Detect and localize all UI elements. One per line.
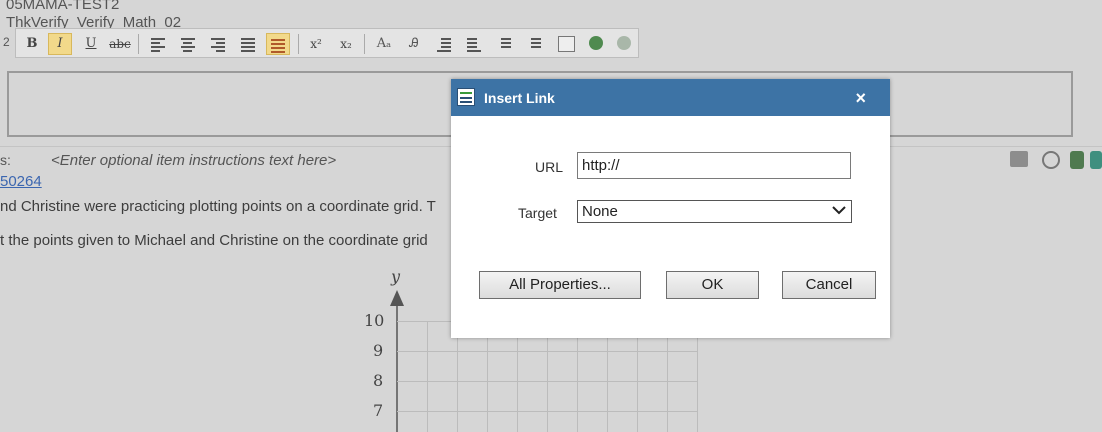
outdent-button[interactable]: [462, 33, 486, 55]
y-tick-9: 9: [373, 341, 384, 360]
align-right-icon: [211, 38, 225, 52]
justify-button[interactable]: [236, 33, 260, 55]
dialog-titlebar[interactable]: Insert Link ×: [451, 79, 890, 116]
bullet-list-button[interactable]: [522, 33, 546, 55]
insert-link-button[interactable]: [584, 33, 608, 55]
highlight-button[interactable]: [266, 33, 290, 55]
font-color-icon: Ꭿ: [409, 36, 419, 51]
superscript-button[interactable]: x²: [304, 33, 328, 55]
strikethrough-button[interactable]: abc: [108, 33, 132, 55]
edit-icon[interactable]: [1010, 151, 1028, 167]
arrow-down-icon[interactable]: [1090, 151, 1102, 169]
item-id-link[interactable]: 50264: [0, 173, 42, 190]
target-label: Target: [518, 205, 557, 221]
ok-button[interactable]: OK: [666, 271, 759, 299]
align-right-button[interactable]: [206, 33, 230, 55]
instructions-input[interactable]: <Enter optional item instructions text h…: [51, 152, 336, 169]
font-size-button[interactable]: Aₐ: [372, 33, 396, 55]
bold-button[interactable]: B: [20, 33, 44, 55]
insert-link-dialog: Insert Link × URL Target None All Proper…: [451, 79, 890, 338]
url-label: URL: [535, 159, 564, 175]
y-axis-label: y: [391, 267, 401, 286]
image-icon: [557, 36, 575, 52]
font-size-icon: Aₐ: [376, 36, 392, 51]
unlink-globe-icon: [617, 36, 631, 50]
align-left-icon: [151, 38, 165, 52]
editor-toolbar: B I U abc x² x₂ Aₐ Ꭿ: [15, 28, 639, 58]
highlight-icon: [271, 39, 285, 53]
font-color-button[interactable]: Ꭿ: [402, 33, 426, 55]
url-input[interactable]: [577, 152, 851, 179]
align-center-icon: [181, 38, 195, 52]
indent-button[interactable]: [432, 33, 456, 55]
close-icon[interactable]: ×: [855, 88, 866, 109]
dialog-title: Insert Link: [484, 90, 555, 106]
remove-link-button[interactable]: [612, 33, 636, 55]
outdent-icon: [467, 38, 481, 52]
y-tick-7: 7: [373, 401, 384, 420]
instructions-label: s:: [0, 152, 11, 168]
subscript-button[interactable]: x₂: [334, 33, 358, 55]
target-selected-value: None: [582, 203, 618, 220]
preview-icon[interactable]: [1042, 151, 1060, 169]
numbered-list-button[interactable]: [492, 33, 516, 55]
dialog-window-icon: [457, 88, 475, 106]
all-properties-button[interactable]: All Properties...: [479, 271, 641, 299]
stem-paragraph-2: t the points given to Michael and Christ…: [0, 232, 428, 249]
numbered-list-icon: [497, 38, 511, 48]
stem-paragraph-1: nd Christine were practicing plotting po…: [0, 198, 436, 215]
test-name: 05MAMA-TEST2: [6, 0, 120, 13]
link-globe-icon: [589, 36, 603, 50]
y-tick-8: 8: [373, 371, 384, 390]
bullet-list-icon: [527, 38, 541, 48]
justify-icon: [241, 38, 255, 52]
indent-icon: [437, 38, 451, 52]
row-number: 2: [3, 35, 10, 49]
download-icon[interactable]: [1070, 151, 1084, 169]
cancel-button[interactable]: Cancel: [782, 271, 876, 299]
target-select[interactable]: None: [577, 200, 852, 223]
underline-button[interactable]: U: [79, 33, 103, 55]
align-center-button[interactable]: [176, 33, 200, 55]
insert-image-button[interactable]: [554, 33, 578, 55]
chevron-down-icon: [831, 202, 847, 221]
align-left-button[interactable]: [146, 33, 170, 55]
y-tick-10: 10: [364, 311, 385, 330]
italic-button[interactable]: I: [48, 33, 72, 55]
